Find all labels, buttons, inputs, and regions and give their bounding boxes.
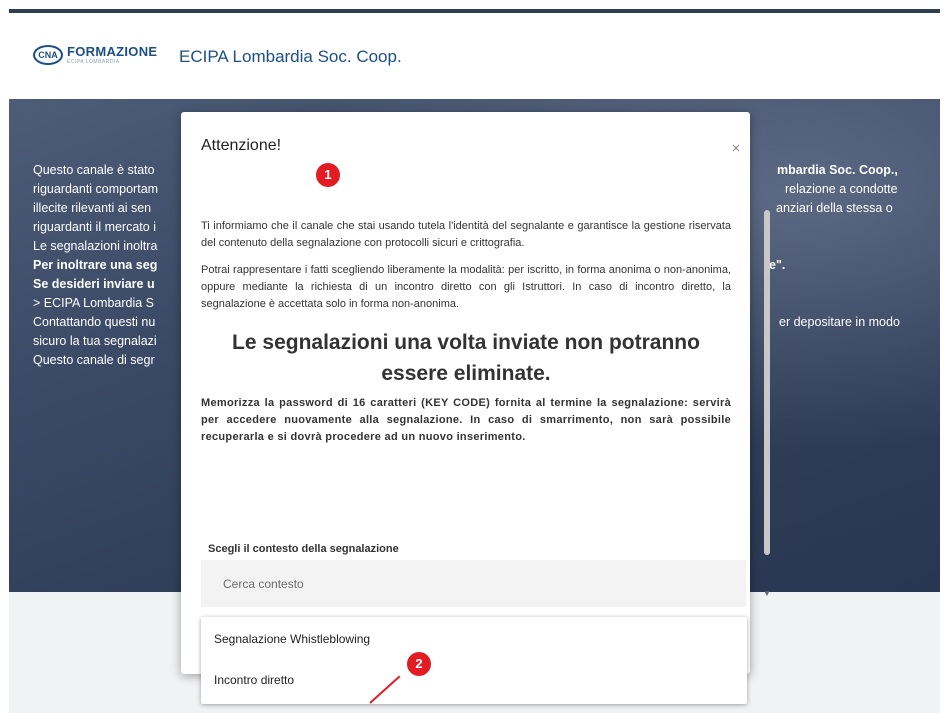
modal-title: Attenzione! — [201, 137, 282, 154]
info-paragraph: Ti informiamo che il canale che stai usa… — [201, 220, 731, 249]
logo-title: FORMAZIONE — [67, 44, 158, 59]
close-icon[interactable]: × — [730, 141, 742, 156]
bg-text-line: Le segnalazioni inoltra — [33, 239, 158, 253]
annotation-badge-2: 2 — [407, 652, 431, 676]
modal-scrollbar[interactable]: ▼ — [763, 210, 771, 600]
bg-text-line: Questo canale di segr — [33, 353, 155, 367]
scrollbar-thumb[interactable] — [764, 210, 770, 555]
bg-text-line: riguardanti comportam — [33, 182, 159, 196]
attention-modal: Attenzione! × Ti informiamo che il canal… — [181, 112, 750, 674]
logo-text: FORMAZIONE ECIPA LOMBARDIA — [67, 44, 158, 66]
bg-text-line: riguardanti il mercato i — [33, 220, 156, 234]
warning-headline: Le segnalazioni una volta inviate non po… — [232, 331, 700, 385]
context-dropdown: Segnalazione Whistleblowing Incontro dir… — [201, 617, 747, 704]
modal-body[interactable]: Ti informiamo che il canale che stai usa… — [201, 218, 749, 674]
bg-text-line: er depositare in modo — [779, 315, 900, 329]
bg-text-line: Questo canale è stato — [33, 163, 155, 177]
bg-text-line: mbardia Soc. Coop., — [777, 163, 898, 177]
option-segnalazione-whistleblowing[interactable]: Segnalazione Whistleblowing — [201, 619, 747, 659]
cna-logo-mark: CNA — [33, 45, 63, 65]
site-header: CNA FORMAZIONE ECIPA LOMBARDIA ECIPA Lom… — [9, 13, 940, 99]
bg-text-line: anziari della stessa o — [776, 201, 893, 215]
modes-paragraph: Potrai rappresentare i fatti scegliendo … — [201, 264, 731, 310]
option-incontro-diretto[interactable]: Incontro diretto — [201, 660, 747, 700]
password-warning: Memorizza la password di 16 caratteri (K… — [201, 397, 731, 443]
bg-text-line: Contattando questi nu — [33, 315, 156, 329]
bg-text-line: sicuro la tua segnalazi — [33, 334, 157, 348]
bg-text-line: illecite rilevanti ai sen — [33, 201, 152, 215]
bg-text-line: relazione a condotte — [785, 182, 898, 196]
organization-name: ECIPA Lombardia Soc. Coop. — [179, 47, 402, 66]
bg-text-line: > ECIPA Lombardia S — [33, 296, 155, 310]
cna-formazione-logo[interactable]: CNA FORMAZIONE ECIPA LOMBARDIA — [33, 45, 157, 65]
bg-text-line: e". — [769, 258, 786, 272]
context-search-input[interactable] — [201, 560, 746, 607]
bg-text-line: Se desideri inviare u — [33, 277, 155, 291]
bg-text-line: Per inoltrare una seg — [33, 258, 158, 272]
scroll-down-icon[interactable]: ▼ — [763, 590, 771, 598]
annotation-badge-1: 1 — [316, 163, 340, 187]
logo-subtitle: ECIPA LOMBARDIA — [67, 59, 120, 65]
context-label: Scegli il contesto della segnalazione — [208, 543, 399, 555]
